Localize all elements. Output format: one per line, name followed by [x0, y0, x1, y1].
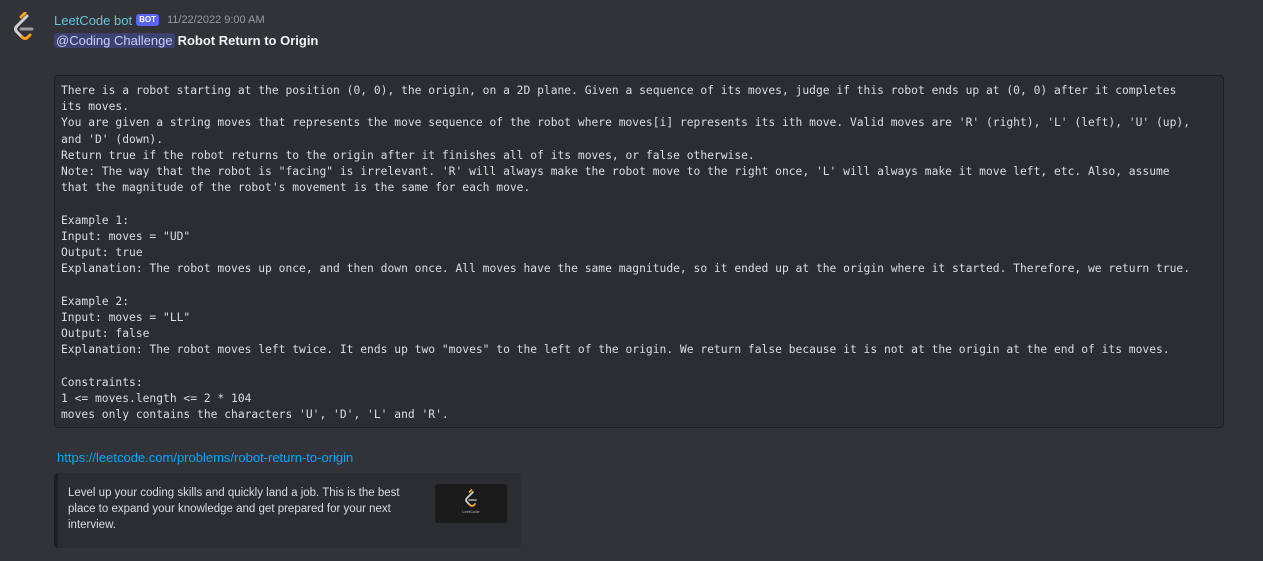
- embed-thumbnail[interactable]: LeetCode: [435, 484, 507, 523]
- message-title-line: @Coding Challenge Robot Return to Origin: [54, 31, 318, 49]
- embed-description: Level up your coding skills and quickly …: [68, 487, 400, 532]
- challenge-title: Robot Return to Origin: [177, 32, 319, 48]
- leetcode-logo-icon: [465, 489, 477, 507]
- timestamp: 11/22/2022 9:00 AM: [166, 14, 265, 26]
- bot-badge: BOT: [136, 14, 159, 26]
- thumbnail-label: LeetCode: [462, 509, 480, 514]
- message-header: LeetCode bot BOT 11/22/2022 9:00 AM: [54, 11, 265, 29]
- avatar[interactable]: [8, 11, 40, 44]
- leetcode-logo-icon: [14, 11, 34, 40]
- username[interactable]: LeetCode bot: [54, 13, 132, 28]
- role-mention[interactable]: @Coding Challenge: [54, 32, 175, 48]
- code-block: There is a robot starting at the positio…: [54, 75, 1224, 428]
- problem-link[interactable]: https://leetcode.com/problems/robot-retu…: [57, 450, 353, 465]
- link-embed: Level up your coding skills and quickly …: [54, 473, 521, 548]
